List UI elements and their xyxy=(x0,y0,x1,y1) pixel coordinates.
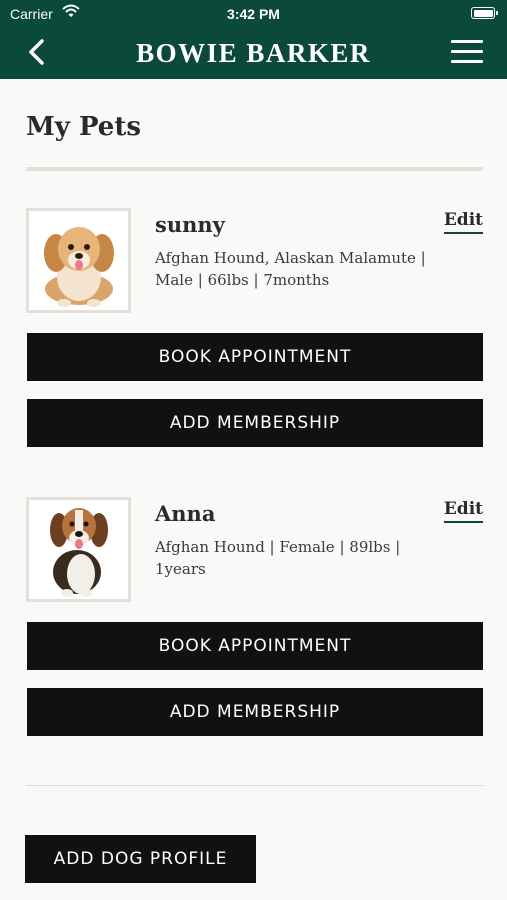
book-appointment-button[interactable]: BOOK APPOINTMENT xyxy=(27,622,483,670)
app-header: Carrier 3:42 PM BOWIE BARKER xyxy=(0,0,507,79)
add-dog-profile-button[interactable]: ADD DOG PROFILE xyxy=(25,835,256,883)
pet-details: Afghan Hound, Alaskan Malamute | Male | … xyxy=(155,249,426,289)
edit-pet-link[interactable]: Edit xyxy=(443,210,483,234)
status-bar: Carrier 3:42 PM xyxy=(0,0,507,28)
pet-card-anna: Anna Afghan Hound | Female | 89lbs | 1ye… xyxy=(0,497,507,769)
menu-button[interactable] xyxy=(451,38,485,66)
app-title: BOWIE BARKER xyxy=(136,38,371,68)
page-title: My Pets xyxy=(26,112,141,142)
add-membership-button[interactable]: ADD MEMBERSHIP xyxy=(27,399,483,447)
status-time: 3:42 PM xyxy=(227,6,280,22)
pet-name: Anna xyxy=(155,501,216,526)
pet-photo xyxy=(26,208,131,313)
pet-details: Afghan Hound | Female | 89lbs | 1years xyxy=(155,538,401,578)
divider xyxy=(26,167,483,171)
puppy-photo xyxy=(29,211,128,310)
pet-card-sunny: sunny Afghan Hound, Alaskan Malamute | M… xyxy=(0,208,507,480)
beagle-photo xyxy=(29,500,128,599)
divider xyxy=(26,785,483,786)
book-appointment-button[interactable]: BOOK APPOINTMENT xyxy=(27,333,483,381)
add-membership-button[interactable]: ADD MEMBERSHIP xyxy=(27,688,483,736)
edit-pet-link[interactable]: Edit xyxy=(443,499,483,523)
pet-name: sunny xyxy=(155,212,225,237)
battery-icon xyxy=(471,7,498,19)
pet-photo xyxy=(26,497,131,602)
